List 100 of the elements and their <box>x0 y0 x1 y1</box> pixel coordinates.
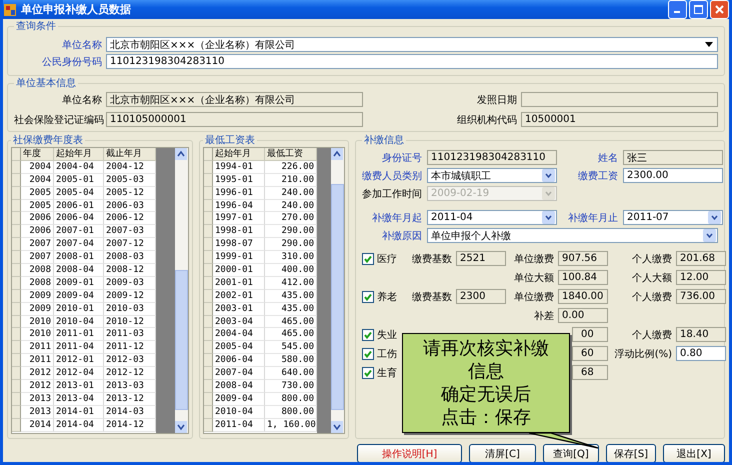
row-header[interactable] <box>204 290 213 303</box>
scroll-up-icon[interactable] <box>175 148 187 160</box>
checkbox-label[interactable]: 工伤 <box>377 346 397 360</box>
row-header[interactable] <box>12 290 21 303</box>
input-field[interactable]: 110123198304283110 <box>106 54 718 69</box>
table-cell: 2006-04 <box>54 212 104 226</box>
row-header[interactable] <box>12 264 21 277</box>
column-header[interactable]: 年度 <box>21 148 54 161</box>
row-header[interactable] <box>204 225 213 238</box>
row-header[interactable] <box>204 406 213 419</box>
checkbox[interactable] <box>362 290 374 302</box>
maximize-button[interactable] <box>689 0 708 19</box>
group-title: 最低工资表 <box>204 134 256 147</box>
action-button[interactable]: 保存[S] <box>606 444 656 462</box>
action-button[interactable]: 查询[Q] <box>543 444 599 462</box>
row-header[interactable] <box>204 341 213 354</box>
field-label: 浮动比例(%) <box>614 348 672 360</box>
row-header[interactable] <box>12 316 21 328</box>
row-header[interactable] <box>12 200 21 212</box>
table-cell: 1995-01 <box>213 174 265 187</box>
row-header[interactable] <box>12 392 21 406</box>
checkbox-label[interactable]: 生育 <box>377 366 397 380</box>
row-header[interactable] <box>12 354 21 368</box>
row-header[interactable] <box>12 341 21 354</box>
checkbox[interactable] <box>362 328 374 340</box>
row-header[interactable] <box>12 212 21 226</box>
column-header[interactable]: 最低工资 <box>265 148 317 161</box>
scroll-down-icon[interactable] <box>331 421 343 433</box>
checkbox[interactable] <box>362 252 374 264</box>
row-header[interactable] <box>204 148 213 161</box>
row-header[interactable] <box>12 251 21 264</box>
row-header[interactable] <box>204 328 213 342</box>
callout-text: 信息 <box>468 360 504 383</box>
callout-text: 确定无误后 <box>441 383 531 406</box>
row-header[interactable] <box>12 380 21 393</box>
scrollbar-thumb[interactable] <box>331 184 344 410</box>
row-header[interactable] <box>12 367 21 380</box>
dropdown-field[interactable]: 单位申报个人补缴 <box>427 228 718 243</box>
row-header[interactable] <box>12 160 21 174</box>
readonly-field: 736.00 <box>676 289 726 304</box>
table-cell: 435.00 <box>265 290 317 303</box>
readonly-field: 2300 <box>456 289 506 304</box>
help-button[interactable]: 操作说明[H] <box>357 444 462 462</box>
row-header[interactable] <box>204 238 213 252</box>
checkbox-label[interactable]: 医疗 <box>377 252 397 266</box>
row-header[interactable] <box>12 406 21 419</box>
table-cell: 730.00 <box>265 380 317 393</box>
column-header[interactable]: 截止年月 <box>104 148 156 161</box>
table-cell: 2003-04 <box>213 316 265 328</box>
row-header[interactable] <box>204 264 213 277</box>
row-header[interactable] <box>204 200 213 212</box>
table-cell: 2004-04 <box>54 160 104 174</box>
row-header[interactable] <box>204 354 213 368</box>
row-header[interactable] <box>12 302 21 316</box>
scrollbar[interactable] <box>331 148 344 433</box>
row-header[interactable] <box>12 186 21 200</box>
column-header[interactable]: 起始年月 <box>54 148 104 161</box>
table-cell: 2011-04 <box>213 418 265 432</box>
scroll-up-icon[interactable] <box>331 148 343 160</box>
row-header[interactable] <box>204 367 213 380</box>
row-header[interactable] <box>12 174 21 187</box>
minimize-button[interactable] <box>668 0 687 19</box>
table-cell: 2005 <box>21 200 54 212</box>
dropdown-field[interactable]: 2011-04 <box>427 210 557 225</box>
row-header[interactable] <box>204 174 213 187</box>
dropdown-field[interactable]: 本市城镇职工 <box>427 168 557 183</box>
row-header[interactable] <box>204 316 213 328</box>
row-header[interactable] <box>12 276 21 290</box>
checkbox[interactable] <box>362 348 374 360</box>
column-header[interactable]: 起始年月 <box>213 148 265 161</box>
row-header[interactable] <box>12 225 21 238</box>
input-field[interactable]: 2300.00 <box>623 168 723 183</box>
row-header[interactable] <box>204 276 213 290</box>
row-header[interactable] <box>204 302 213 316</box>
row-header[interactable] <box>204 160 213 174</box>
dropdown-field[interactable]: 北京市朝阳区×××（企业名称）有限公司 <box>106 37 718 52</box>
row-header[interactable] <box>204 251 213 264</box>
checkbox[interactable] <box>362 366 374 378</box>
row-header[interactable] <box>12 238 21 252</box>
scrollbar-thumb[interactable] <box>175 270 188 410</box>
checkbox-label[interactable]: 养老 <box>377 290 397 304</box>
dropdown-field[interactable]: 2011-07 <box>623 210 723 225</box>
row-header[interactable] <box>12 148 21 161</box>
row-header[interactable] <box>204 212 213 226</box>
checkbox-label[interactable]: 失业 <box>377 328 397 342</box>
input-field[interactable]: 0.80 <box>676 346 726 361</box>
row-header[interactable] <box>12 328 21 342</box>
scroll-down-icon[interactable] <box>175 421 187 433</box>
action-button[interactable]: 退出[X] <box>663 444 725 462</box>
row-header[interactable] <box>204 418 213 432</box>
table-cell: 2003-01 <box>213 302 265 316</box>
close-button[interactable] <box>710 0 729 19</box>
table-cell: 2004-04 <box>213 328 265 342</box>
field-label: 缴费工资 <box>577 170 618 182</box>
row-header[interactable] <box>204 392 213 406</box>
action-button[interactable]: 清屏[C] <box>469 444 536 462</box>
row-header[interactable] <box>204 186 213 200</box>
row-header[interactable] <box>204 380 213 393</box>
row-header[interactable] <box>12 418 21 432</box>
scrollbar[interactable] <box>175 148 188 433</box>
